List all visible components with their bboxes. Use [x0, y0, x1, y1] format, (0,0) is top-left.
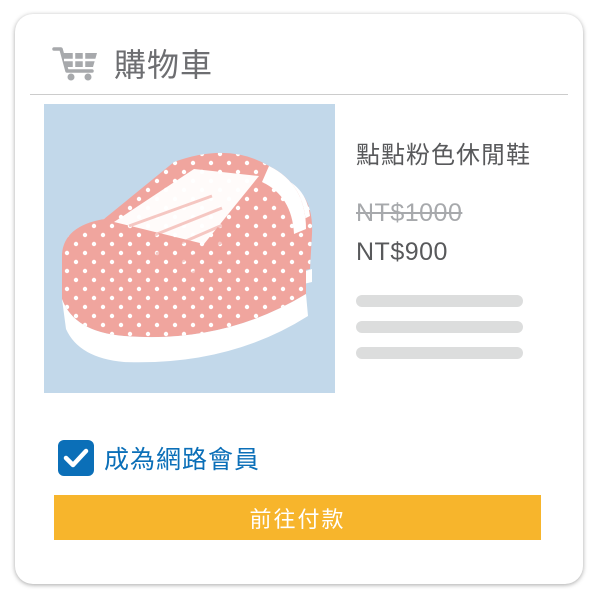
- shopping-cart-icon: [52, 47, 97, 81]
- product-image[interactable]: [44, 104, 335, 393]
- description-placeholder-line: [356, 347, 523, 359]
- checkmark-icon: [63, 448, 89, 468]
- page-title: 購物車: [114, 46, 214, 84]
- cart-header: 購物車: [30, 32, 568, 94]
- product-name: 點點粉色休閒鞋: [356, 141, 531, 169]
- description-placeholder-line: [356, 321, 523, 333]
- membership-checkbox[interactable]: [58, 440, 94, 476]
- membership-label[interactable]: 成為網路會員: [104, 440, 260, 476]
- original-price: NT$1000: [356, 199, 463, 227]
- sale-price: NT$900: [356, 238, 448, 266]
- checkout-button[interactable]: 前往付款: [54, 495, 541, 540]
- membership-option[interactable]: 成為網路會員: [58, 438, 260, 478]
- header-divider: [30, 94, 568, 95]
- sneakers-illustration: [62, 152, 313, 363]
- description-placeholder-line: [356, 295, 523, 307]
